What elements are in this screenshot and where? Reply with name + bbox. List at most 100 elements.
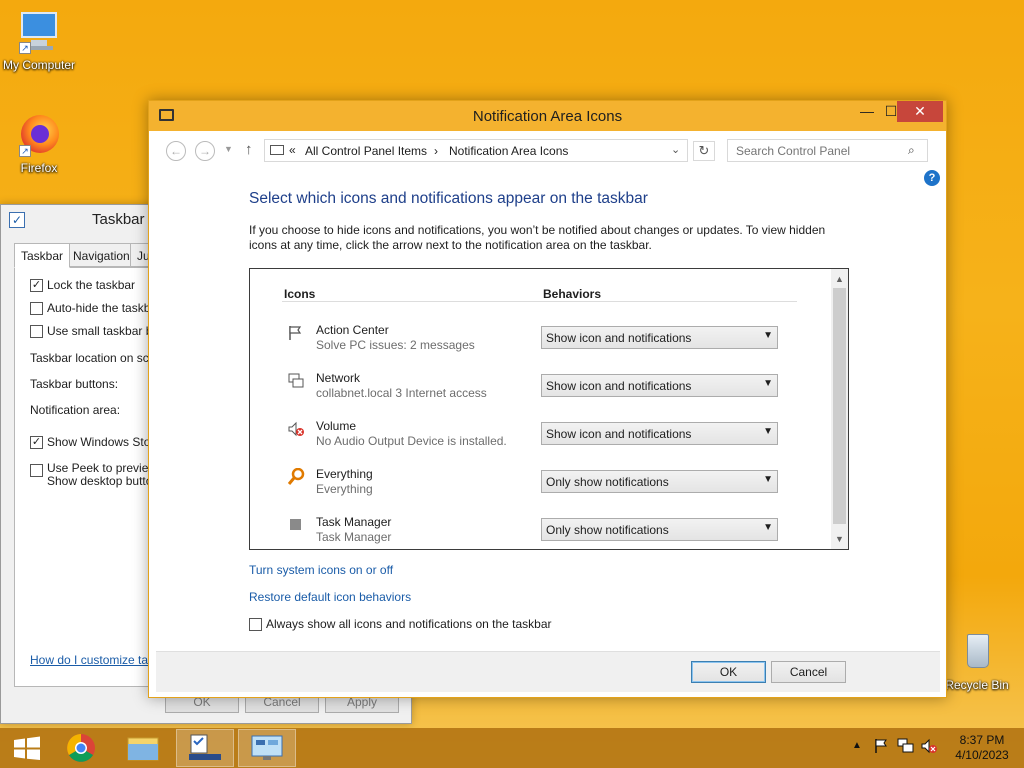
tab-taskbar[interactable]: Taskbar bbox=[14, 243, 71, 268]
breadcrumb-separator: › bbox=[434, 144, 438, 158]
list-scrollbar[interactable]: ▲ ▼ bbox=[831, 269, 848, 549]
close-button[interactable]: ✕ bbox=[897, 101, 943, 122]
search-icon[interactable]: ⌕ bbox=[908, 143, 915, 158]
peek-option[interactable]: Use Peek to preview t Show desktop button bbox=[30, 462, 164, 488]
action-center-flag-icon[interactable] bbox=[874, 738, 890, 757]
taskbar-control-panel-button[interactable] bbox=[238, 729, 296, 767]
breadcrumb-root-chevron[interactable]: « bbox=[289, 143, 296, 157]
help-icon[interactable]: ? bbox=[924, 170, 940, 186]
breadcrumb-all-control-panel-items[interactable]: All Control Panel Items bbox=[305, 144, 427, 158]
taskbar-file-explorer-button[interactable] bbox=[114, 729, 172, 767]
show-hidden-icons-chevron-icon[interactable]: ▲ bbox=[852, 740, 862, 751]
icons-column-header: Icons bbox=[284, 287, 316, 301]
behavior-select[interactable]: Only show notifications ▼ bbox=[541, 518, 778, 541]
scroll-up-arrow-icon[interactable]: ▲ bbox=[831, 271, 848, 287]
volume-muted-icon bbox=[287, 420, 305, 438]
taskbar-properties-icon: ✓ bbox=[9, 212, 25, 228]
desktop-icon-label: Recycle Bin bbox=[945, 678, 1009, 692]
control-panel-icon bbox=[270, 145, 284, 155]
taskbar-taskbar-properties-button[interactable] bbox=[176, 729, 234, 767]
desktop-icon-label: My Computer bbox=[2, 58, 76, 72]
window-title: Notification Area Icons bbox=[472, 108, 623, 125]
start-button[interactable] bbox=[0, 729, 58, 767]
refresh-icon[interactable]: ↻ bbox=[693, 141, 715, 161]
desktop-icon-recycle-bin[interactable]: Recycle Bin bbox=[938, 630, 1016, 692]
small-buttons-option[interactable]: Use small taskbar butt bbox=[30, 324, 166, 339]
address-dropdown-chevron-icon[interactable]: ⌄ bbox=[671, 143, 680, 156]
up-arrow-icon[interactable]: ↑ bbox=[245, 141, 253, 158]
scroll-down-arrow-icon[interactable]: ▼ bbox=[831, 531, 848, 547]
checkbox[interactable]: ✓ bbox=[30, 279, 43, 293]
icon-status: Solve PC issues: 2 messages bbox=[316, 338, 475, 352]
list-item-volume: Volume No Audio Output Device is install… bbox=[282, 417, 802, 457]
chevron-down-icon: ▼ bbox=[763, 330, 773, 341]
list-item-task-manager: Task Manager Task Manager Only show noti… bbox=[282, 513, 802, 549]
always-show-all-option[interactable]: Always show all icons and notifications … bbox=[249, 617, 552, 632]
cancel-button[interactable]: Cancel bbox=[771, 661, 846, 683]
chevron-down-icon: ▼ bbox=[763, 522, 773, 533]
chevron-down-icon: ▼ bbox=[763, 474, 773, 485]
firefox-icon: ↗ bbox=[17, 113, 61, 157]
address-bar[interactable]: « All Control Panel Items › Notification… bbox=[264, 139, 688, 162]
windows-logo-icon bbox=[14, 736, 40, 760]
search-box[interactable]: ⌕ bbox=[727, 139, 928, 162]
turn-system-icons-link[interactable]: Turn system icons on or off bbox=[249, 563, 393, 577]
notification-area-label: Notification area: bbox=[30, 403, 121, 417]
desktop-icon-label: Firefox bbox=[20, 161, 58, 175]
recent-pages-chevron-icon[interactable]: ▼ bbox=[224, 144, 233, 154]
taskbar-properties-icon bbox=[189, 734, 221, 760]
behavior-select[interactable]: Show icon and notifications ▼ bbox=[541, 422, 778, 445]
flag-icon bbox=[287, 324, 305, 342]
behavior-select[interactable]: Only show notifications ▼ bbox=[541, 470, 778, 493]
search-input[interactable] bbox=[736, 143, 896, 159]
windows-taskbar: ▲ 8:37 PM 4/10/2023 bbox=[0, 728, 1024, 768]
checkbox[interactable] bbox=[30, 464, 43, 477]
ok-button[interactable]: OK bbox=[691, 661, 766, 683]
icon-status: collabnet.local 3 Internet access bbox=[316, 386, 487, 400]
network-icon bbox=[287, 372, 305, 390]
icon-name: Action Center bbox=[316, 323, 389, 337]
checkbox[interactable] bbox=[249, 618, 262, 632]
tray-clock[interactable]: 8:37 PM 4/10/2023 bbox=[946, 733, 1018, 763]
list-item-everything: Everything Everything Only show notifica… bbox=[282, 465, 802, 505]
checkbox[interactable] bbox=[30, 302, 43, 316]
taskbar-buttons-label: Taskbar buttons: bbox=[30, 377, 119, 391]
checkbox[interactable]: ✓ bbox=[30, 436, 43, 450]
behavior-select[interactable]: Show icon and notifications ▼ bbox=[541, 326, 778, 349]
chevron-down-icon: ▼ bbox=[763, 378, 773, 389]
clock-date: 4/10/2023 bbox=[955, 748, 1009, 762]
taskbar-chrome-button[interactable] bbox=[52, 729, 110, 767]
back-arrow-icon[interactable]: ← bbox=[166, 141, 186, 161]
computer-icon: ↗ bbox=[17, 10, 61, 54]
header-divider bbox=[282, 301, 797, 302]
network-tray-icon[interactable] bbox=[897, 738, 915, 757]
search-magnifier-icon bbox=[287, 467, 305, 486]
lock-taskbar-option[interactable]: ✓ Lock the taskbar bbox=[30, 278, 135, 293]
behavior-select[interactable]: Show icon and notifications ▼ bbox=[541, 374, 778, 397]
icon-name: Task Manager bbox=[316, 515, 392, 529]
forward-arrow-icon[interactable]: → bbox=[195, 141, 215, 161]
icons-behaviors-list: Icons Behaviors Action Center Solve PC i… bbox=[249, 268, 849, 550]
volume-muted-tray-icon[interactable] bbox=[920, 738, 938, 757]
clock-time: 8:37 PM bbox=[959, 733, 1005, 747]
window-titlebar[interactable]: Notification Area Icons — ☐ ✕ bbox=[149, 101, 946, 131]
taskbar-location-label: Taskbar location on scree bbox=[30, 351, 167, 365]
control-panel-icon bbox=[251, 735, 283, 760]
auto-hide-option[interactable]: Auto-hide the taskbar bbox=[30, 301, 161, 316]
desktop-icon-my-computer[interactable]: ↗ My Computer bbox=[0, 10, 78, 72]
recycle-bin-icon bbox=[955, 630, 999, 674]
desktop-icon-firefox[interactable]: ↗ Firefox bbox=[0, 113, 78, 175]
tab-navigation[interactable]: Navigation bbox=[66, 243, 137, 267]
checkbox[interactable] bbox=[30, 325, 43, 339]
page-title: Select which icons and notifications app… bbox=[249, 190, 648, 207]
icon-status: Task Manager bbox=[316, 530, 392, 544]
chrome-icon bbox=[67, 734, 95, 762]
icon-status: No Audio Output Device is installed. bbox=[316, 434, 507, 448]
restore-default-link[interactable]: Restore default icon behaviors bbox=[249, 590, 411, 604]
customize-taskbar-help-link[interactable]: How do I customize taskb bbox=[30, 653, 167, 667]
icon-name: Network bbox=[316, 371, 361, 385]
scrollbar-thumb[interactable] bbox=[833, 288, 846, 524]
breadcrumb-notification-area-icons[interactable]: Notification Area Icons bbox=[449, 144, 568, 158]
show-store-option[interactable]: ✓ Show Windows Store bbox=[30, 435, 161, 450]
minimize-button[interactable]: — bbox=[854, 101, 880, 122]
